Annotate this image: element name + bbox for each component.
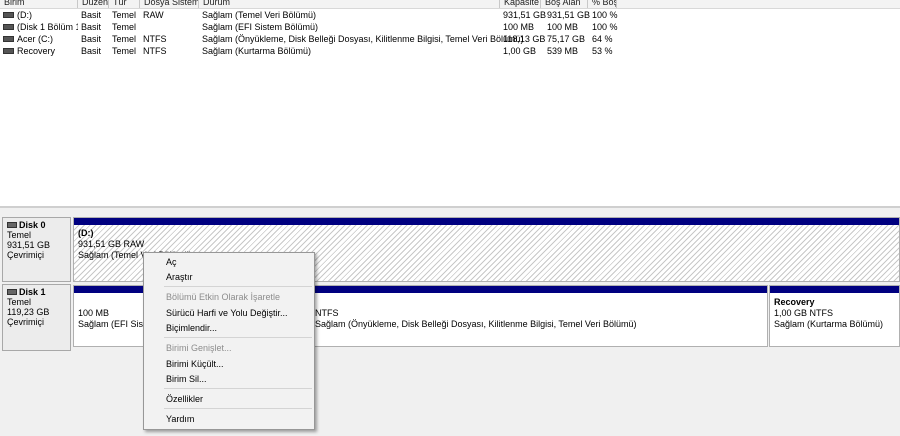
- column-header-volume[interactable]: Birim: [0, 0, 78, 8]
- context-menu: Aç Araştır Bölümü Etkin Olarak İşaretle …: [143, 252, 315, 430]
- volume-percent-free: 64 %: [592, 34, 613, 44]
- partition-bar: [770, 286, 899, 293]
- column-header-free-space[interactable]: Boş Alan: [541, 0, 588, 8]
- volume-capacity: 100 MB: [503, 22, 535, 32]
- volume-free-space: 539 MB: [547, 46, 579, 56]
- drive-icon: [3, 23, 14, 30]
- partition-size: 931,51 GB RAW: [78, 239, 145, 249]
- partition-status: Sağlam (Kurtarma Bölümü): [774, 319, 884, 329]
- disk-name: Disk 1: [19, 287, 46, 297]
- volume-type: Temel: [112, 46, 137, 56]
- column-header-percent-free[interactable]: % Boş: [588, 0, 617, 8]
- disk-1-label[interactable]: Disk 1 Temel 119,23 GB Çevrimiçi: [2, 284, 71, 351]
- volume-name: (Disk 1 Bölüm 1): [17, 22, 78, 32]
- disk-name: Disk 0: [19, 220, 46, 230]
- column-header-filesystem[interactable]: Dosya Sistemi: [140, 0, 199, 8]
- menu-item-shrink-volume[interactable]: Birimi Küçült...: [144, 357, 314, 371]
- menu-item-format[interactable]: Biçimlendir...: [144, 321, 314, 335]
- volume-filesystem: NTFS: [143, 34, 167, 44]
- disk-type: Temel: [7, 230, 32, 240]
- menu-item-open[interactable]: Aç: [144, 255, 314, 269]
- volume-row[interactable]: (D:) Basit Temel RAW Sağlam (Temel Veri …: [0, 9, 900, 21]
- volume-layout: Basit: [81, 46, 102, 56]
- volume-row[interactable]: Acer (C:) Basit Temel NTFS Sağlam (Önyük…: [0, 33, 900, 45]
- drive-icon: [3, 47, 14, 54]
- partition-recovery[interactable]: Recovery 1,00 GB NTFS Sağlam (Kurtarma B…: [769, 285, 900, 347]
- menu-item-extend-volume: Birimi Genişlet...: [166, 343, 232, 353]
- partition-size: 1,00 GB NTFS: [774, 308, 834, 318]
- menu-separator: [164, 388, 312, 389]
- column-header-type[interactable]: Tür: [109, 0, 140, 8]
- volume-layout: Basit: [81, 10, 102, 20]
- volume-capacity: 931,51 GB: [503, 10, 547, 20]
- menu-item-explore[interactable]: Araştır: [144, 270, 314, 284]
- volume-status: Sağlam (Kurtarma Bölümü): [202, 46, 312, 56]
- volume-list: Birim Düzen Tür Dosya Sistemi Durum Kapa…: [0, 0, 900, 206]
- volume-name: Recovery: [17, 46, 56, 56]
- disk-icon: [7, 288, 17, 295]
- volume-type: Temel: [112, 10, 137, 20]
- volume-status: Sağlam (Önyükleme, Disk Belleği Dosyası,…: [202, 34, 524, 44]
- volume-name: (D:): [17, 10, 32, 20]
- volume-row[interactable]: Recovery Basit Temel NTFS Sağlam (Kurtar…: [0, 45, 900, 57]
- volume-filesystem: NTFS: [143, 46, 167, 56]
- volume-type: Temel: [112, 22, 137, 32]
- partition-size: NTFS: [315, 308, 339, 318]
- volume-capacity: 118,13 GB: [503, 34, 546, 44]
- partition-title: (D:): [78, 228, 94, 238]
- volume-layout: Basit: [81, 34, 102, 44]
- volume-layout: Basit: [81, 22, 102, 32]
- disk-state: Çevrimiçi: [7, 250, 44, 260]
- menu-separator: [164, 337, 312, 338]
- menu-item-change-drive-letter[interactable]: Sürücü Harfi ve Yolu Değiştir...: [144, 306, 314, 320]
- volume-capacity: 1,00 GB: [503, 46, 537, 56]
- volume-status: Sağlam (Temel Veri Bölümü): [202, 10, 317, 20]
- disk-graphical-view: Disk 0 Temel 931,51 GB Çevrimiçi (D:) 93…: [0, 206, 900, 436]
- partition-bar: [74, 218, 899, 225]
- column-header-capacity[interactable]: Kapasite: [500, 0, 541, 8]
- menu-item-help[interactable]: Yardım: [144, 412, 314, 426]
- partition-title: Recovery: [774, 297, 815, 307]
- menu-item-delete-volume[interactable]: Birim Sil...: [144, 372, 314, 386]
- volume-free-space: 75,17 GB: [547, 34, 586, 44]
- disk-icon: [7, 221, 17, 228]
- disk-size: 931,51 GB: [7, 240, 51, 250]
- volume-list-header: Birim Düzen Tür Dosya Sistemi Durum Kapa…: [0, 0, 900, 9]
- volume-percent-free: 100 %: [592, 10, 618, 20]
- menu-separator: [164, 408, 312, 409]
- volume-type: Temel: [112, 34, 137, 44]
- disk-type: Temel: [7, 297, 32, 307]
- disk-size: 119,23 GB: [7, 307, 50, 317]
- disk-state: Çevrimiçi: [7, 317, 44, 327]
- volume-free-space: 931,51 GB: [547, 10, 591, 20]
- volume-row[interactable]: (Disk 1 Bölüm 1) Basit Temel Sağlam (EFI…: [0, 21, 900, 33]
- drive-icon: [3, 11, 14, 18]
- column-header-status[interactable]: Durum: [199, 0, 500, 8]
- column-header-layout[interactable]: Düzen: [78, 0, 109, 8]
- volume-percent-free: 100 %: [592, 22, 618, 32]
- menu-item-mark-active: Bölümü Etkin Olarak İşaretle: [166, 292, 281, 302]
- menu-item-properties[interactable]: Özellikler: [144, 392, 314, 406]
- volume-filesystem: RAW: [143, 10, 164, 20]
- volume-free-space: 100 MB: [547, 22, 579, 32]
- volume-status: Sağlam (EFI Sistem Bölümü): [202, 22, 319, 32]
- partition-status: Sağlam (Önyükleme, Disk Belleği Dosyası,…: [315, 319, 637, 329]
- disk-0-label[interactable]: Disk 0 Temel 931,51 GB Çevrimiçi: [2, 217, 71, 282]
- drive-icon: [3, 35, 14, 42]
- volume-percent-free: 53 %: [592, 46, 613, 56]
- volume-name: Acer (C:): [17, 34, 53, 44]
- menu-separator: [164, 286, 312, 287]
